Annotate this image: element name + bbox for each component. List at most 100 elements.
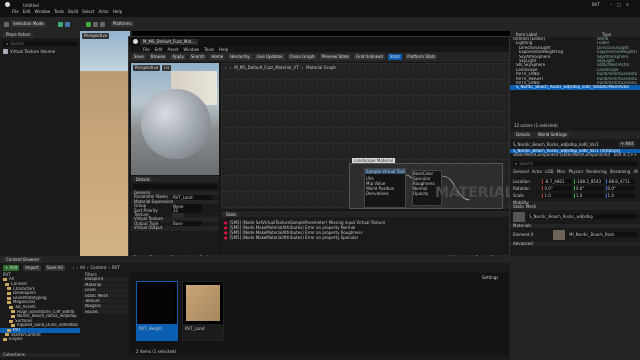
me-browse-button[interactable]: Browse	[148, 54, 168, 60]
me-clean-graph-button[interactable]: Clean Graph	[287, 54, 317, 60]
menu-help[interactable]: Help	[113, 9, 122, 14]
me-details-tab[interactable]: Details	[133, 176, 153, 182]
parameter-name-input[interactable]: RVT_Land	[172, 195, 212, 201]
save-icon[interactable]	[4, 21, 9, 27]
nav-back-icon[interactable]: ‹	[225, 65, 227, 70]
me-home-button[interactable]: Home	[209, 54, 226, 60]
me-preview-state-button[interactable]: Preview State	[319, 54, 351, 60]
filter-tab[interactable]: LOD	[545, 169, 553, 174]
me-apply-button[interactable]: Apply	[170, 54, 186, 60]
filter-tab[interactable]: All	[633, 169, 638, 174]
menu-edit[interactable]: Edit	[23, 9, 31, 14]
filter-tab[interactable]: Rendering	[586, 169, 606, 174]
blueprint-icon[interactable]	[64, 21, 70, 27]
asset-tile[interactable]: RVT_Land	[182, 281, 224, 341]
details-actor-name[interactable]: S_Nordic_Beach_Rocks_wdjkdkp_lod0_Var1	[513, 142, 619, 147]
cb-import-button[interactable]: Import	[23, 264, 41, 271]
filter-item[interactable]: Niagara	[82, 304, 128, 309]
me-hierarchy-button[interactable]: Hierarchy	[228, 54, 252, 60]
me-menu-help[interactable]: Help	[219, 47, 228, 52]
place-actors-search[interactable]: ⌕ Search	[3, 41, 77, 46]
graph-node[interactable]: Sample Virtual Texture UVs Mip Value Wor…	[364, 168, 406, 208]
material-editor-tab[interactable]: M_MS_Default_Fuzz_Mat...	[140, 38, 199, 45]
asset-tile[interactable]: RVT_Height	[136, 281, 178, 341]
path-all[interactable]: All	[80, 265, 85, 270]
tab-place-actors[interactable]: Place Actors	[3, 31, 34, 38]
platforms-button[interactable]: Platforms	[110, 21, 134, 27]
tab-details[interactable]: Details	[513, 132, 533, 138]
maximize-icon[interactable]: □	[617, 2, 621, 7]
filter-tab[interactable]: Misc	[557, 169, 566, 174]
transform-value-input[interactable]: -188.2_8543	[573, 178, 604, 184]
menu-actor[interactable]: Actor	[98, 9, 109, 14]
edit-in-cpp-link[interactable]: Edit in C++	[614, 152, 637, 157]
tab-world-settings[interactable]: World Settings	[534, 132, 571, 138]
filter-item[interactable]: Material	[82, 282, 128, 288]
stop-icon[interactable]	[99, 21, 105, 27]
transform-value-input[interactable]: 1.0	[605, 192, 636, 198]
me-find-unlinked-button[interactable]: Find Unlinked	[353, 54, 385, 60]
me-live-updates-button[interactable]: Live Updates	[254, 54, 285, 60]
me-platform-stats-button[interactable]: Platform Stats	[405, 54, 438, 60]
cb-settings-button[interactable]: Settings	[482, 275, 498, 280]
me-menu-edit[interactable]: Edit	[155, 47, 163, 52]
close-icon[interactable]: ×	[626, 2, 629, 7]
me-menu-window[interactable]: Window	[183, 47, 199, 52]
path-rvt[interactable]: RVT	[112, 265, 120, 270]
material-thumbnail[interactable]	[553, 229, 565, 240]
place-actor-item[interactable]: Virtual Texture Volume	[3, 49, 77, 54]
me-save-button[interactable]: Save	[132, 54, 146, 60]
me-menu-file[interactable]: File	[143, 47, 150, 52]
collections-header[interactable]: Collections	[0, 352, 80, 358]
cb-save-all-button[interactable]: Save All	[44, 264, 65, 271]
filter-item[interactable]: Static Mesh	[82, 293, 128, 298]
menu-tools[interactable]: Tools	[54, 9, 64, 14]
transform-value-input[interactable]: 0.0°	[542, 185, 572, 191]
breadcrumb-material[interactable]: M_MS_Default_Fuzz_Material_VT	[234, 65, 298, 70]
nav-forward-icon[interactable]: ›	[230, 65, 232, 70]
menu-file[interactable]: File	[12, 9, 19, 14]
transform-value-input[interactable]: -8.7_4861	[542, 178, 572, 184]
me-details-search[interactable]	[133, 184, 217, 189]
component-row[interactable]: StaticMeshComponent (StaticMeshComponent…	[510, 152, 640, 157]
preview-lit-button[interactable]: Lit	[162, 65, 172, 71]
selection-mode-button[interactable]: Selection Mode	[11, 21, 46, 27]
filter-item[interactable]: Texture	[82, 298, 128, 304]
cb-add-button[interactable]: + Add	[3, 264, 20, 271]
transform-value-input[interactable]: 1.0	[542, 192, 572, 198]
me-menu-asset[interactable]: Asset	[167, 47, 178, 52]
filter-item[interactable]: Blueprint	[82, 277, 128, 282]
outliner-row[interactable]: S_Nordic_Beach_Rocks_wdjkdkp_lod0_Var1 St…	[510, 85, 640, 90]
minimize-icon[interactable]: –	[610, 2, 612, 7]
transform-value-input[interactable]: 1.0	[573, 192, 604, 198]
pin-left[interactable]: Derivatives	[366, 191, 394, 196]
tree-folder[interactable]: Engine	[0, 337, 80, 342]
filter-tab[interactable]: General	[513, 169, 529, 174]
details-section-virtual-output[interactable]: Virtual Output	[131, 225, 219, 231]
filter-item[interactable]: Level	[82, 288, 128, 293]
material-preview-viewport[interactable]: Perspective Lit	[131, 63, 219, 175]
me-stats-button[interactable]: Stats	[387, 54, 403, 60]
output-type-dropdown[interactable]: Base	[172, 221, 202, 227]
path-content[interactable]: Content	[91, 265, 107, 270]
me-menu-tools[interactable]: Tools	[204, 47, 214, 52]
menu-select[interactable]: Select	[82, 9, 94, 14]
tab-content-browser[interactable]: Content Browser	[3, 256, 43, 263]
texture-thumbnail[interactable]	[172, 212, 184, 218]
section-advanced[interactable]: Advanced	[510, 241, 640, 247]
add-icon[interactable]	[57, 21, 63, 27]
transform-value-input[interactable]: 0.0°	[573, 185, 604, 191]
play-icon[interactable]	[85, 21, 91, 27]
filter-tab[interactable]: Physics	[568, 169, 583, 174]
add-component-button[interactable]: + Add	[618, 141, 635, 147]
nav-forward-icon[interactable]: ›	[76, 265, 78, 270]
pause-icon[interactable]	[92, 21, 98, 27]
menu-build[interactable]: Build	[68, 9, 78, 14]
nav-back-icon[interactable]: ‹	[73, 265, 75, 270]
me-search-button[interactable]: Search	[188, 54, 207, 60]
level-viewport[interactable]: Perspective	[80, 31, 130, 256]
stats-tab[interactable]: Stats	[223, 211, 240, 217]
viewport-perspective-button[interactable]: Perspective	[82, 33, 110, 39]
transform-value-input[interactable]: -88.8_4711	[605, 178, 636, 184]
details-search[interactable]: ⌕ Search	[513, 160, 637, 166]
